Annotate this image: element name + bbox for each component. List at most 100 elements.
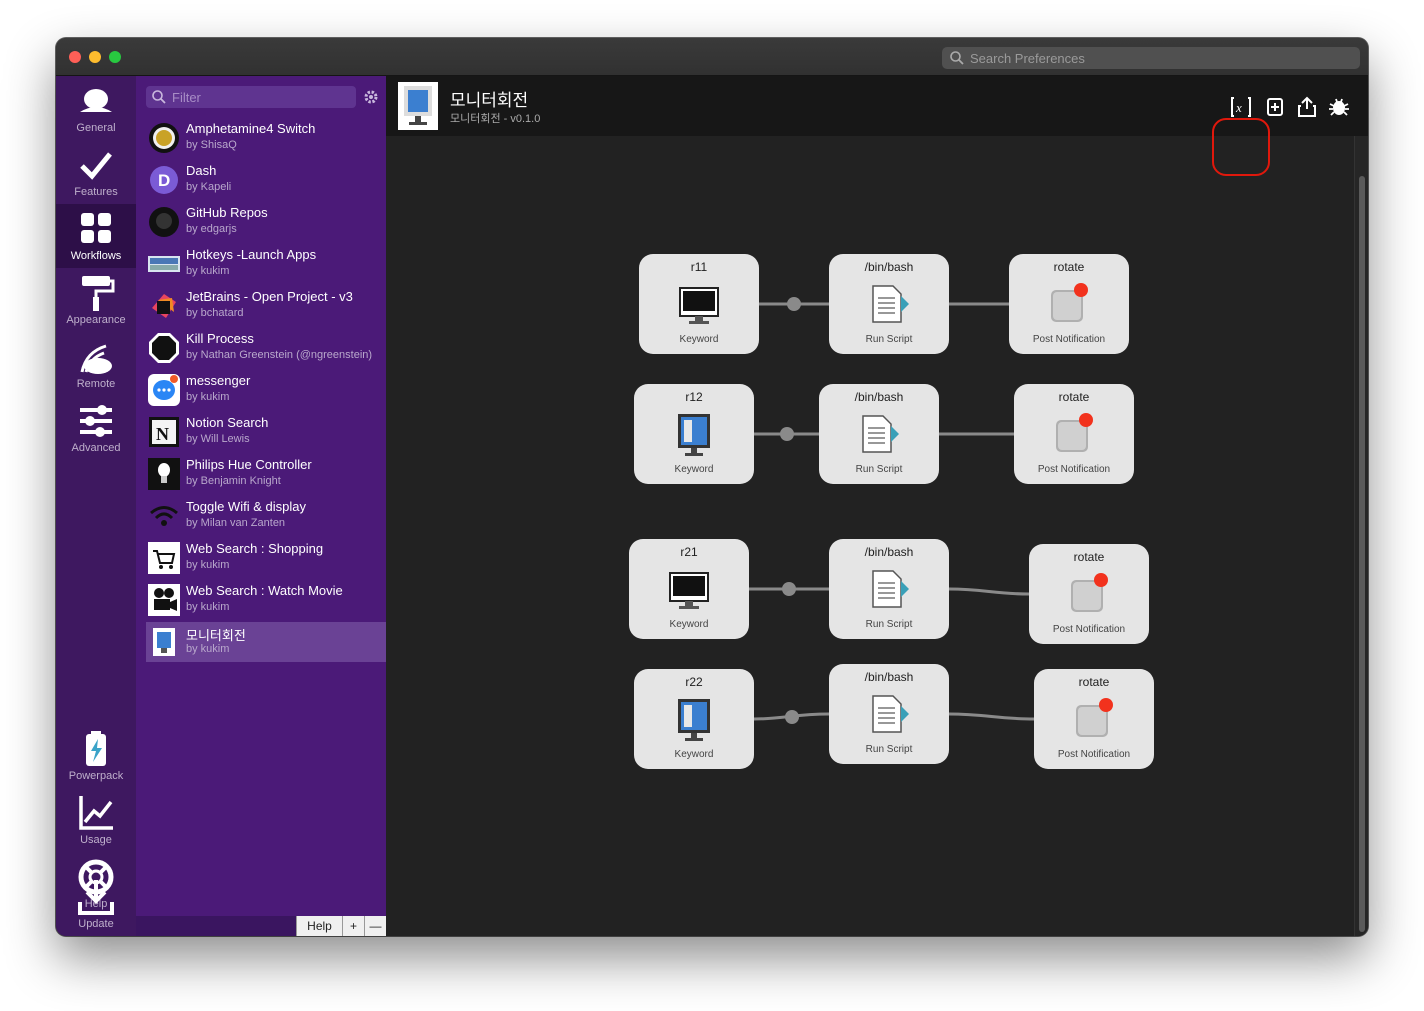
nav-usage-label: Usage [80,834,112,846]
node-type: Post Notification [1052,624,1126,635]
remove-workflow-button[interactable]: — [364,916,386,936]
node-title: r11 [690,260,708,274]
keyword-node[interactable]: r21 Keyword [629,539,749,639]
add-workflow-button[interactable]: + [342,916,364,936]
close-button[interactable] [69,51,81,63]
stop-sign-icon [149,333,179,363]
nav-features[interactable]: Features [56,140,136,204]
workflow-title: Toggle Wifi & display [186,499,306,514]
script-icon [862,415,899,453]
filter-input[interactable]: Filter [146,86,356,108]
node-type: Keyword [674,749,714,760]
workflow-item[interactable]: GitHub Repos by edgarjs [146,202,386,242]
zoom-button[interactable] [109,51,121,63]
person-icon [80,89,112,112]
scrollbar-thumb[interactable] [1359,176,1365,932]
workflow-item[interactable]: Toggle Wifi & display by Milan van Zante… [146,496,386,536]
post-notification-node[interactable]: rotate Post Notification [1029,544,1149,644]
node-title: r12 [685,390,703,404]
paint-roller-icon [82,276,115,311]
help-button[interactable]: Help [296,916,342,936]
wifi-icon [150,506,178,526]
workflow-canvas[interactable]: r11 Keyword /bin/bash Run Script rotate … [386,136,1354,936]
workflow-item[interactable]: Hotkeys -Launch Apps by kukim [146,244,386,284]
post-notification-node[interactable]: rotate Post Notification [1009,254,1129,354]
nav-powerpack-label: Powerpack [68,770,124,782]
nav-advanced[interactable]: Advanced [56,396,136,460]
nav-powerpack[interactable]: Powerpack [56,724,136,788]
keyword-node[interactable]: r11 Keyword [639,254,759,354]
workflow-item[interactable]: Philips Hue Controller by Benjamin Knigh… [146,454,386,494]
nav-appearance-label: Appearance [66,314,126,326]
workflow-item[interactable]: D Dash by Kapeli [146,160,386,200]
run-script-node[interactable]: /bin/bash Run Script [829,664,949,764]
nav-general-label: General [76,122,116,134]
workflow-item[interactable]: messenger by kukim [146,370,386,410]
download-icon [78,880,114,915]
node-title: rotate [1053,260,1085,274]
notification-icon [1056,413,1093,452]
post-notification-node[interactable]: rotate Post Notification [1014,384,1134,484]
node-title: r22 [685,675,703,689]
workflow-icon [398,82,438,130]
filter-placeholder: Filter [172,89,201,105]
variables-icon[interactable]: x [1230,96,1252,118]
post-notification-node[interactable]: rotate Post Notification [1034,669,1154,769]
node-title: /bin/bash [864,545,914,559]
battery-icon [86,731,106,766]
search-icon [950,51,964,65]
nav-workflows[interactable]: Workflows [56,204,136,268]
nav-advanced-label: Advanced [71,442,121,454]
gear-icon[interactable] [362,88,380,106]
minimize-button[interactable] [89,51,101,63]
workflow-item[interactable]: Kill Process by Nathan Greenstein (@ngre… [146,328,386,368]
workflow-title: Web Search : Watch Movie [186,583,343,598]
notion-icon: N [149,417,179,447]
nav-remote[interactable]: Remote [56,332,136,396]
sliders-icon [80,405,112,437]
node-type: Post Notification [1057,749,1131,760]
search-preferences-input[interactable]: Search Preferences [942,47,1360,69]
workflow-item[interactable]: Web Search : Shopping by kukim [146,538,386,578]
nav-appearance[interactable]: Appearance [56,268,136,332]
notification-icon [1051,283,1088,322]
node-title: rotate [1073,550,1105,564]
node-title: /bin/bash [864,260,914,274]
workflow-author: by kukim [186,559,230,571]
node-title: r21 [680,545,698,559]
search-icon [152,90,166,104]
workflow-item[interactable]: N Notion Search by Will Lewis [146,412,386,452]
nav-general[interactable]: General [56,76,136,140]
workflow-title: Hotkeys -Launch Apps [186,247,317,262]
workflow-title: messenger [186,373,251,388]
workflow-item[interactable]: Amphetamine4 Switch by ShisaQ [146,118,386,158]
workflow-item-selected[interactable]: 모니터회전 by kukim [146,622,386,662]
keyword-node[interactable]: r22 Keyword [634,669,754,769]
add-object-icon[interactable] [1264,96,1286,118]
node-type: Run Script [865,619,913,630]
workflow-author: by edgarjs [186,223,237,235]
jetbrains-icon [152,294,176,318]
workflow-item[interactable]: Web Search : Watch Movie by kukim [146,580,386,620]
nav-usage[interactable]: Usage [56,788,136,852]
workflow-title: Amphetamine4 Switch [186,121,316,136]
workflow-item[interactable]: JetBrains - Open Project - v3 by bchatar… [146,286,386,326]
search-placeholder: Search Preferences [970,50,1085,66]
workflow-title: Philips Hue Controller [186,457,312,472]
run-script-node[interactable]: /bin/bash Run Script [829,539,949,639]
workflow-icon [678,699,710,741]
workflow-author: by kukim [186,643,230,655]
run-script-node[interactable]: /bin/bash Run Script [829,254,949,354]
grid-icon [81,213,111,243]
run-script-node[interactable]: /bin/bash Run Script [819,384,939,484]
monitor-icon [669,572,709,609]
workflow-author: by kukim [186,601,230,613]
svg-text:N: N [156,424,169,444]
nav-update[interactable]: Update [56,880,136,936]
workflow-title: Kill Process [186,331,254,346]
canvas-scrollbar[interactable] [1354,136,1368,936]
workflow-title: Web Search : Shopping [186,541,324,556]
share-icon[interactable] [1296,96,1318,118]
keyword-node[interactable]: r12 Keyword [634,384,754,484]
debug-icon[interactable] [1328,96,1350,118]
